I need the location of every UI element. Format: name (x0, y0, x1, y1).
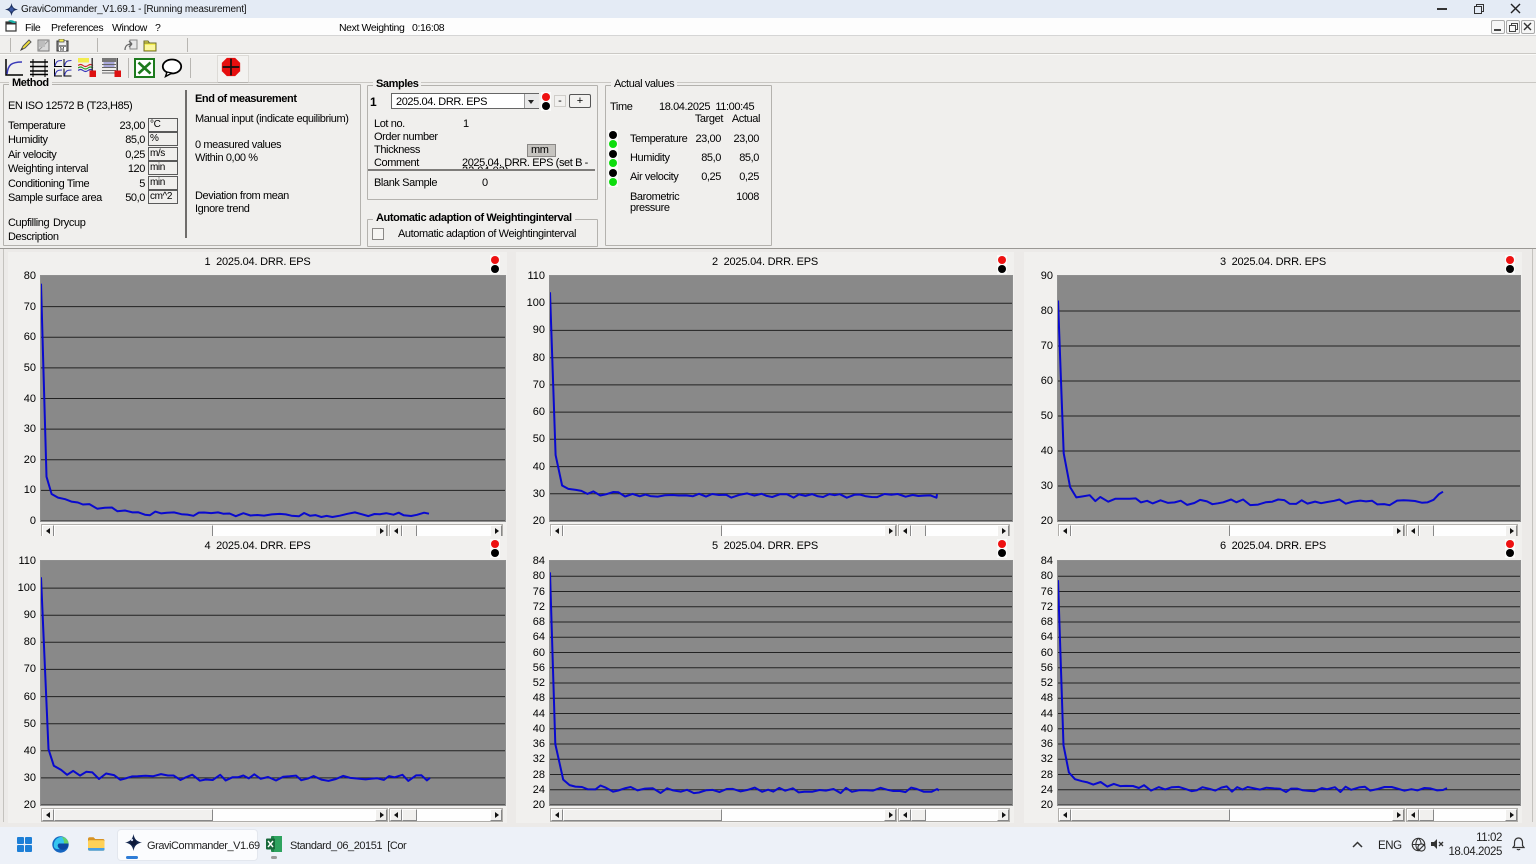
svg-text:M: M (60, 47, 64, 52)
